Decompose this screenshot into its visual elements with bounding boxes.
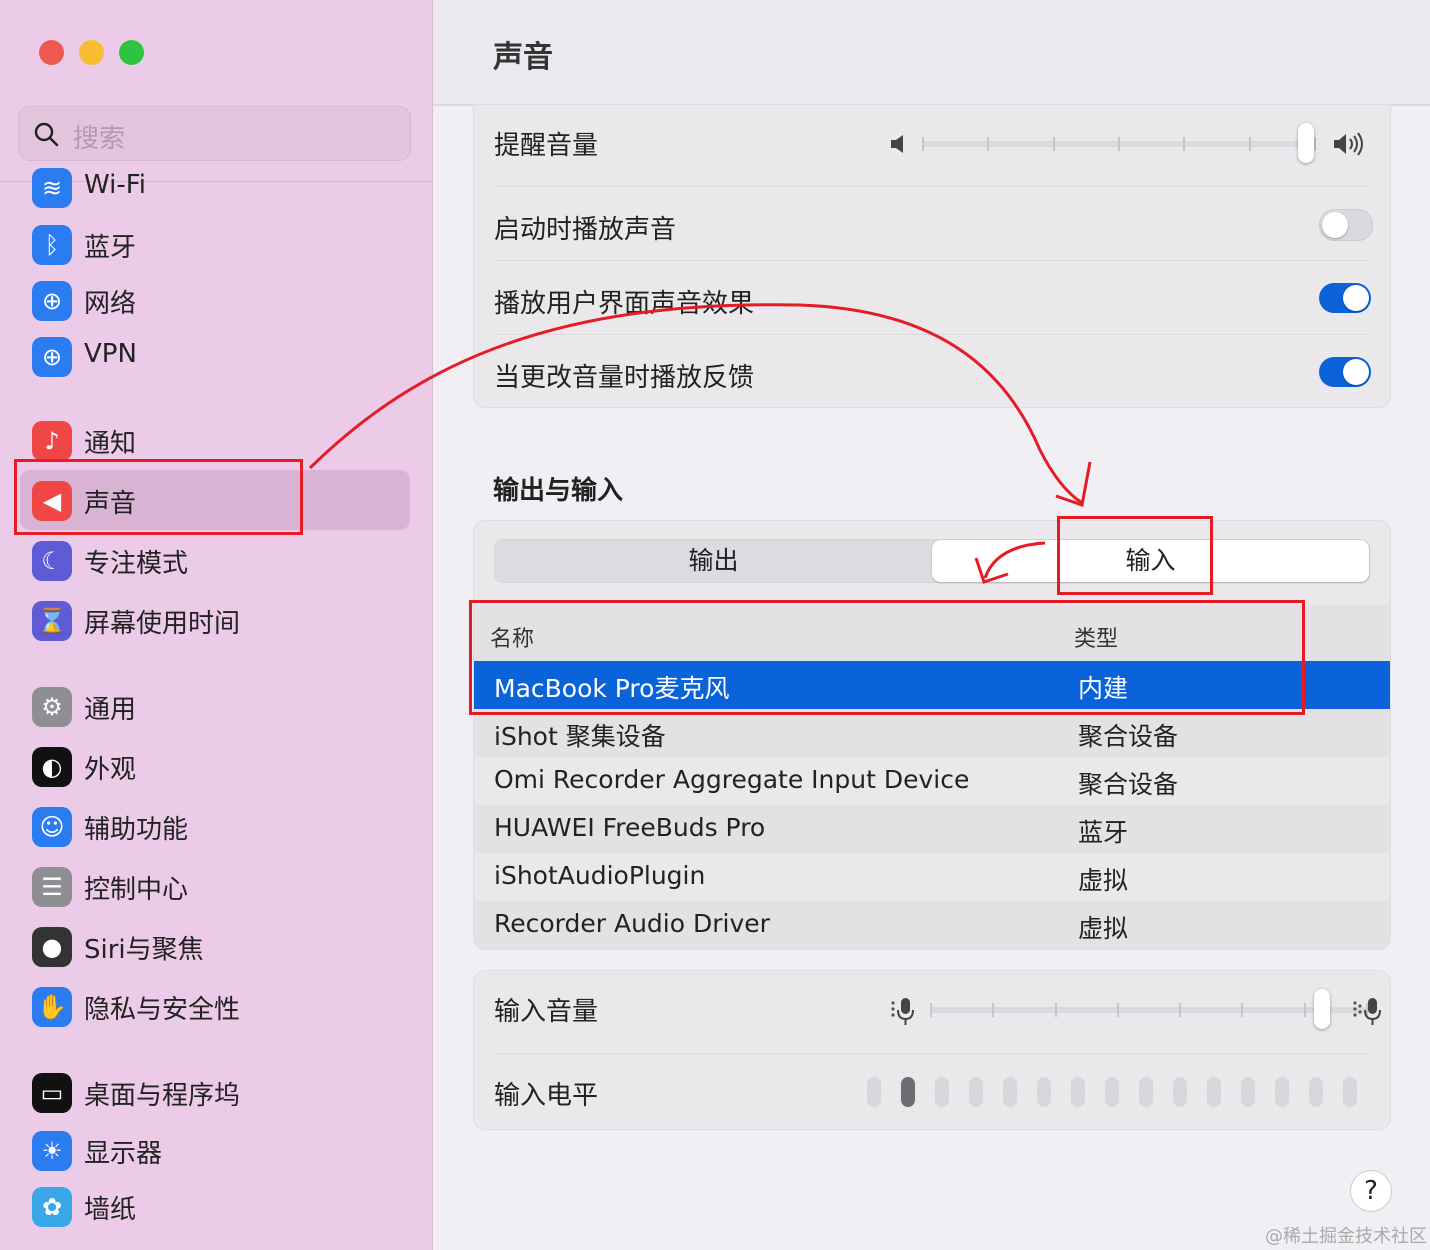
- annotation-arrow-tab: [983, 541, 1046, 579]
- annotation-arrows: [308, 303, 1092, 584]
- annotation-arrowhead-tab: [974, 557, 1009, 584]
- annotation-arrow-main: [308, 303, 1083, 505]
